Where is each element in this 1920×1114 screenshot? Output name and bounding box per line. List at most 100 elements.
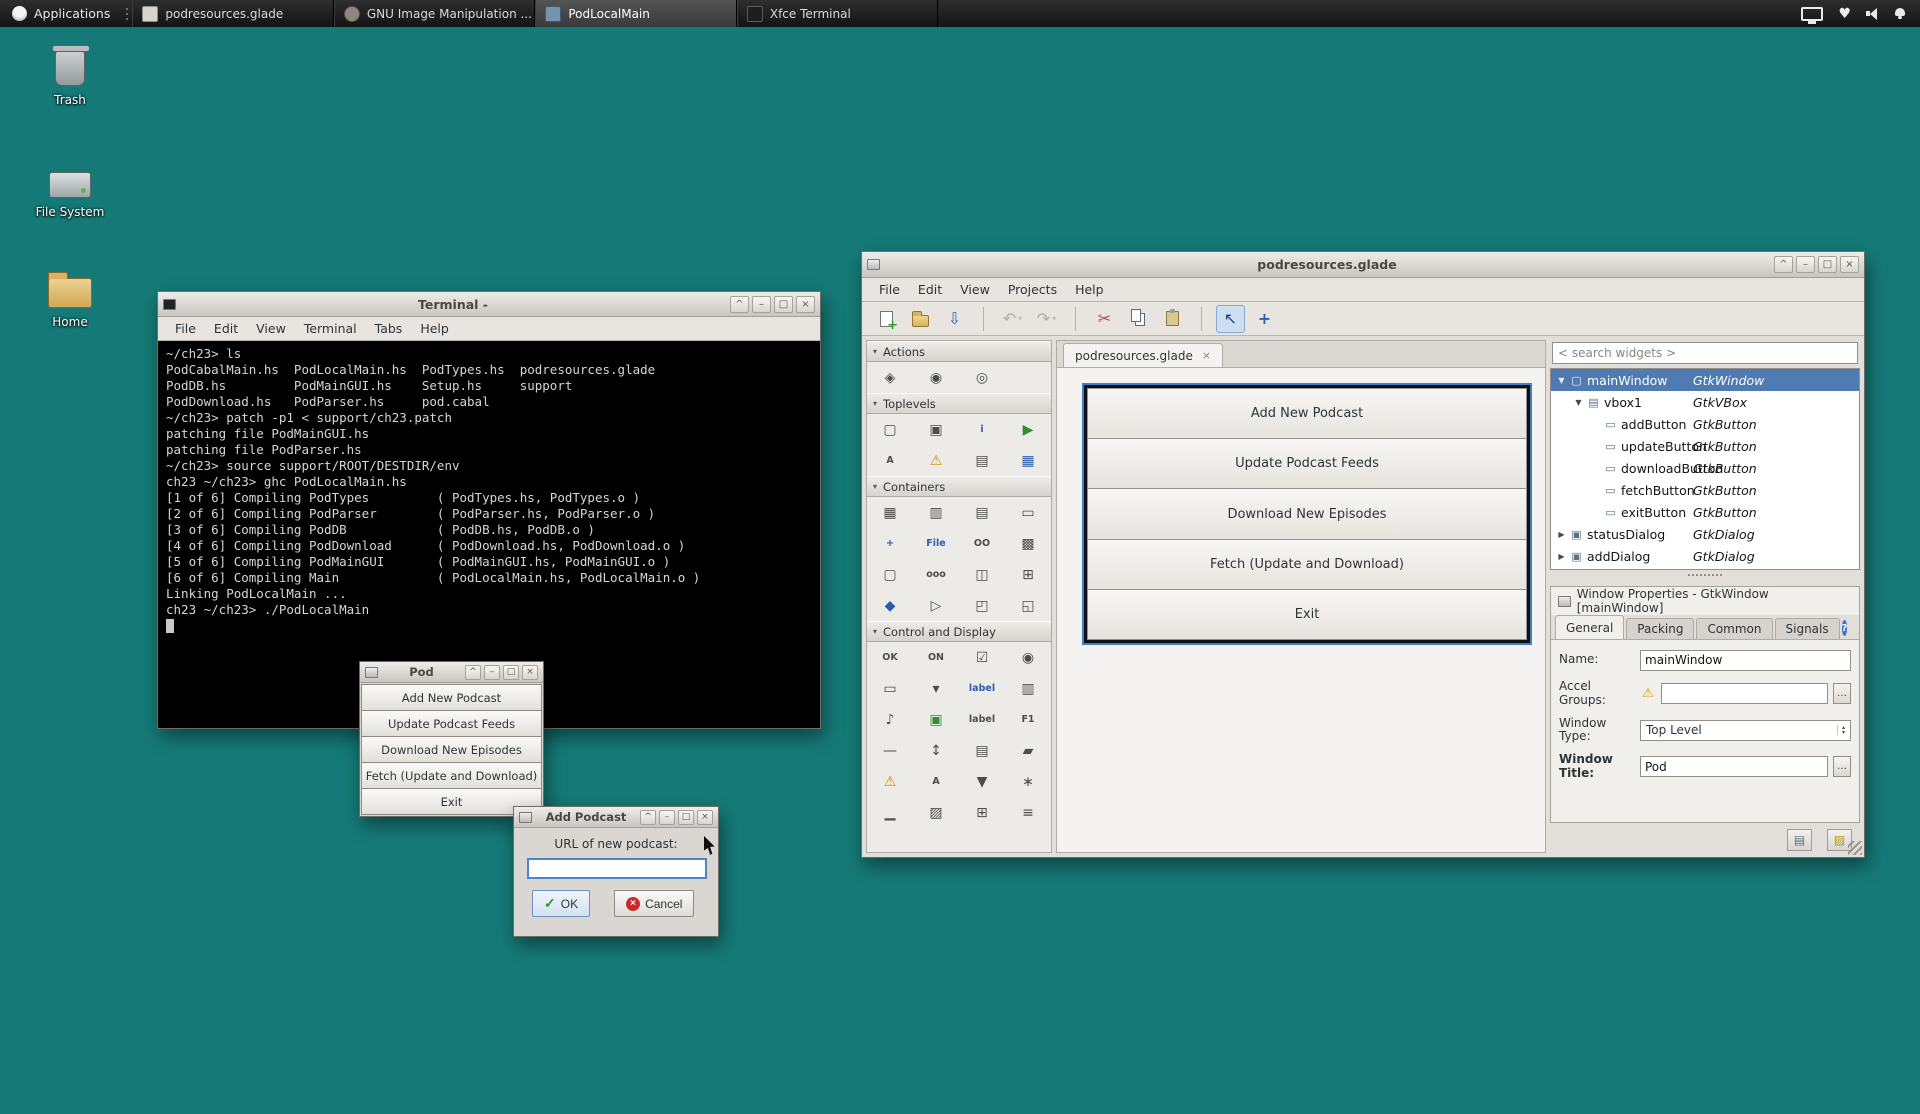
tree-expander-icon[interactable]: ▼: [1572, 398, 1585, 407]
spinner-icon[interactable]: ∗: [1005, 766, 1051, 797]
glade-menu-view[interactable]: View: [951, 279, 999, 300]
glade-menu-help[interactable]: Help: [1066, 279, 1113, 300]
combo-box-icon[interactable]: ▾: [913, 673, 959, 704]
palette-section-actions[interactable]: ▾Actions: [867, 341, 1051, 362]
accel-groups-browse-button[interactable]: …: [1833, 683, 1851, 704]
terminal-menu-tabs[interactable]: Tabs: [366, 318, 412, 339]
minimize-button[interactable]: –: [1796, 256, 1815, 273]
maximize-button[interactable]: □: [678, 810, 694, 825]
name-input[interactable]: [1640, 650, 1851, 671]
link-button-icon[interactable]: F1: [1005, 704, 1051, 735]
font-button-icon[interactable]: A: [913, 766, 959, 797]
tab-signals[interactable]: Signals: [1775, 618, 1840, 639]
tab-close-icon[interactable]: ×: [1202, 349, 1211, 362]
tab-common[interactable]: Common: [1696, 618, 1772, 639]
tree-row-downloadButton[interactable]: ▭downloadButtonGtkButton: [1551, 457, 1859, 479]
display-icon[interactable]: [1801, 7, 1823, 21]
text-view-icon[interactable]: ▤: [959, 735, 1005, 766]
tree-expander-icon[interactable]: ▼: [1555, 376, 1568, 385]
resize-grip[interactable]: [1848, 841, 1862, 855]
hbox-icon[interactable]: ▥: [913, 497, 959, 528]
combo-stepper-icon[interactable]: ▴▾: [1837, 725, 1845, 735]
image-icon[interactable]: ▣: [913, 704, 959, 735]
maximize-button[interactable]: □: [1818, 256, 1837, 273]
taskbar-button-gnu-image-manipulation[interactable]: GNU Image Manipulation ...: [334, 0, 536, 27]
icon-view-icon[interactable]: ⊞: [1005, 559, 1051, 590]
aspect-frame-icon[interactable]: ◰: [959, 590, 1005, 621]
paste-icon[interactable]: [1158, 305, 1187, 333]
tree-expander-icon[interactable]: ▶: [1555, 552, 1568, 561]
design-button-update-podcast-feeds[interactable]: Update Podcast Feeds: [1087, 438, 1527, 489]
accel-label-icon[interactable]: label: [959, 704, 1005, 735]
message-dialog-icon[interactable]: ⚠: [913, 445, 959, 476]
minimize-button[interactable]: –: [484, 665, 500, 680]
scrollbar-icon[interactable]: ▥: [1005, 673, 1051, 704]
about-dialog-icon[interactable]: i: [959, 414, 1005, 445]
close-button[interactable]: ×: [522, 665, 538, 680]
shade-button[interactable]: ^: [465, 665, 481, 680]
applications-menu[interactable]: Applications: [0, 0, 122, 27]
tree-row-exitButton[interactable]: ▭exitButtonGtkButton: [1551, 501, 1859, 523]
pod-button-fetch-update-and-download[interactable]: Fetch (Update and Download): [361, 762, 542, 789]
design-canvas[interactable]: Add New PodcastUpdate Podcast FeedsDownl…: [1057, 368, 1545, 852]
panel-splitter[interactable]: [1550, 570, 1860, 580]
window-title-input[interactable]: [1640, 756, 1828, 777]
viewport-icon[interactable]: ◆: [867, 590, 913, 621]
volume-button-icon[interactable]: ♪: [867, 704, 913, 735]
pod-titlebar[interactable]: Pod ^–□×: [360, 662, 543, 683]
desktop-icon-home[interactable]: Home: [22, 270, 118, 329]
toggle-action-icon[interactable]: ◉: [913, 362, 959, 393]
cancel-button[interactable]: × Cancel: [614, 890, 694, 917]
window-type-combo[interactable]: Top Level ▴▾: [1640, 720, 1851, 741]
tree-row-fetchButton[interactable]: ▭fetchButtonGtkButton: [1551, 479, 1859, 501]
toolbar-icon[interactable]: OO: [959, 528, 1005, 559]
terminal-menu-help[interactable]: Help: [411, 318, 458, 339]
menu-icon[interactable]: ≡: [1005, 797, 1051, 828]
file-chooser-dialog-icon[interactable]: ▤: [959, 445, 1005, 476]
minimize-button[interactable]: –: [659, 810, 675, 825]
palette-section-control-and-display[interactable]: ▾Control and Display: [867, 621, 1051, 642]
copy-icon[interactable]: [1124, 305, 1153, 333]
podcast-url-input[interactable]: [527, 858, 707, 879]
drag-resize-icon[interactable]: +: [1250, 305, 1279, 333]
label-icon[interactable]: label: [959, 673, 1005, 704]
terminal-menu-edit[interactable]: Edit: [205, 318, 247, 339]
new-project-icon[interactable]: [872, 305, 901, 333]
tree-row-mainWindow[interactable]: ▼▢mainWindowGtkWindow: [1551, 369, 1859, 391]
tree-row-statusDialog[interactable]: ▶▣statusDialogGtkDialog: [1551, 523, 1859, 545]
tree-row-addDialog[interactable]: ▶▣addDialogGtkDialog: [1551, 545, 1859, 567]
terminal-menu-view[interactable]: View: [247, 318, 295, 339]
minimize-button[interactable]: –: [752, 296, 771, 313]
accel-groups-input[interactable]: [1661, 683, 1828, 704]
table-icon[interactable]: ▦: [867, 497, 913, 528]
volume-icon[interactable]: [1866, 7, 1879, 20]
design-button-exit[interactable]: Exit: [1087, 589, 1527, 640]
check-button-icon[interactable]: ☑: [959, 642, 1005, 673]
button-icon[interactable]: OK: [867, 642, 913, 673]
layout-icon[interactable]: ◱: [1005, 590, 1051, 621]
tree-expander-icon[interactable]: ▶: [1555, 530, 1568, 539]
info-bar-icon[interactable]: ⚠: [867, 766, 913, 797]
paned-icon[interactable]: ◫: [959, 559, 1005, 590]
tab-podresources-glade[interactable]: podresources.glade ×: [1063, 343, 1223, 367]
toggle-button-icon[interactable]: ON: [913, 642, 959, 673]
search-widgets-input[interactable]: [1552, 342, 1858, 364]
save-project-icon[interactable]: ⇩: [940, 305, 969, 333]
tasklist-handle[interactable]: [122, 0, 132, 27]
dialog-icon[interactable]: ▣: [913, 414, 959, 445]
terminal-menu-file[interactable]: File: [166, 318, 205, 339]
notifications-icon[interactable]: [1894, 7, 1906, 20]
design-main-window[interactable]: Add New PodcastUpdate Podcast FeedsDownl…: [1084, 385, 1530, 643]
palette-section-toplevels[interactable]: ▾Toplevels: [867, 393, 1051, 414]
shade-button[interactable]: ^: [730, 296, 749, 313]
design-button-fetch-update-and-download[interactable]: Fetch (Update and Download): [1087, 539, 1527, 590]
selector-icon[interactable]: ↖: [1216, 305, 1245, 333]
radio-action-icon[interactable]: ◎: [959, 362, 1005, 393]
taskbar-button-podresources-glade[interactable]: podresources.glade: [132, 0, 334, 27]
open-project-icon[interactable]: [906, 305, 935, 333]
design-button-add-new-podcast[interactable]: Add New Podcast: [1087, 388, 1527, 439]
drawing-area-icon[interactable]: ▨: [913, 797, 959, 828]
pod-button-download-new-episodes[interactable]: Download New Episodes: [361, 736, 542, 763]
scrolled-window-icon[interactable]: ▢: [867, 559, 913, 590]
glade-menu-file[interactable]: File: [870, 279, 909, 300]
